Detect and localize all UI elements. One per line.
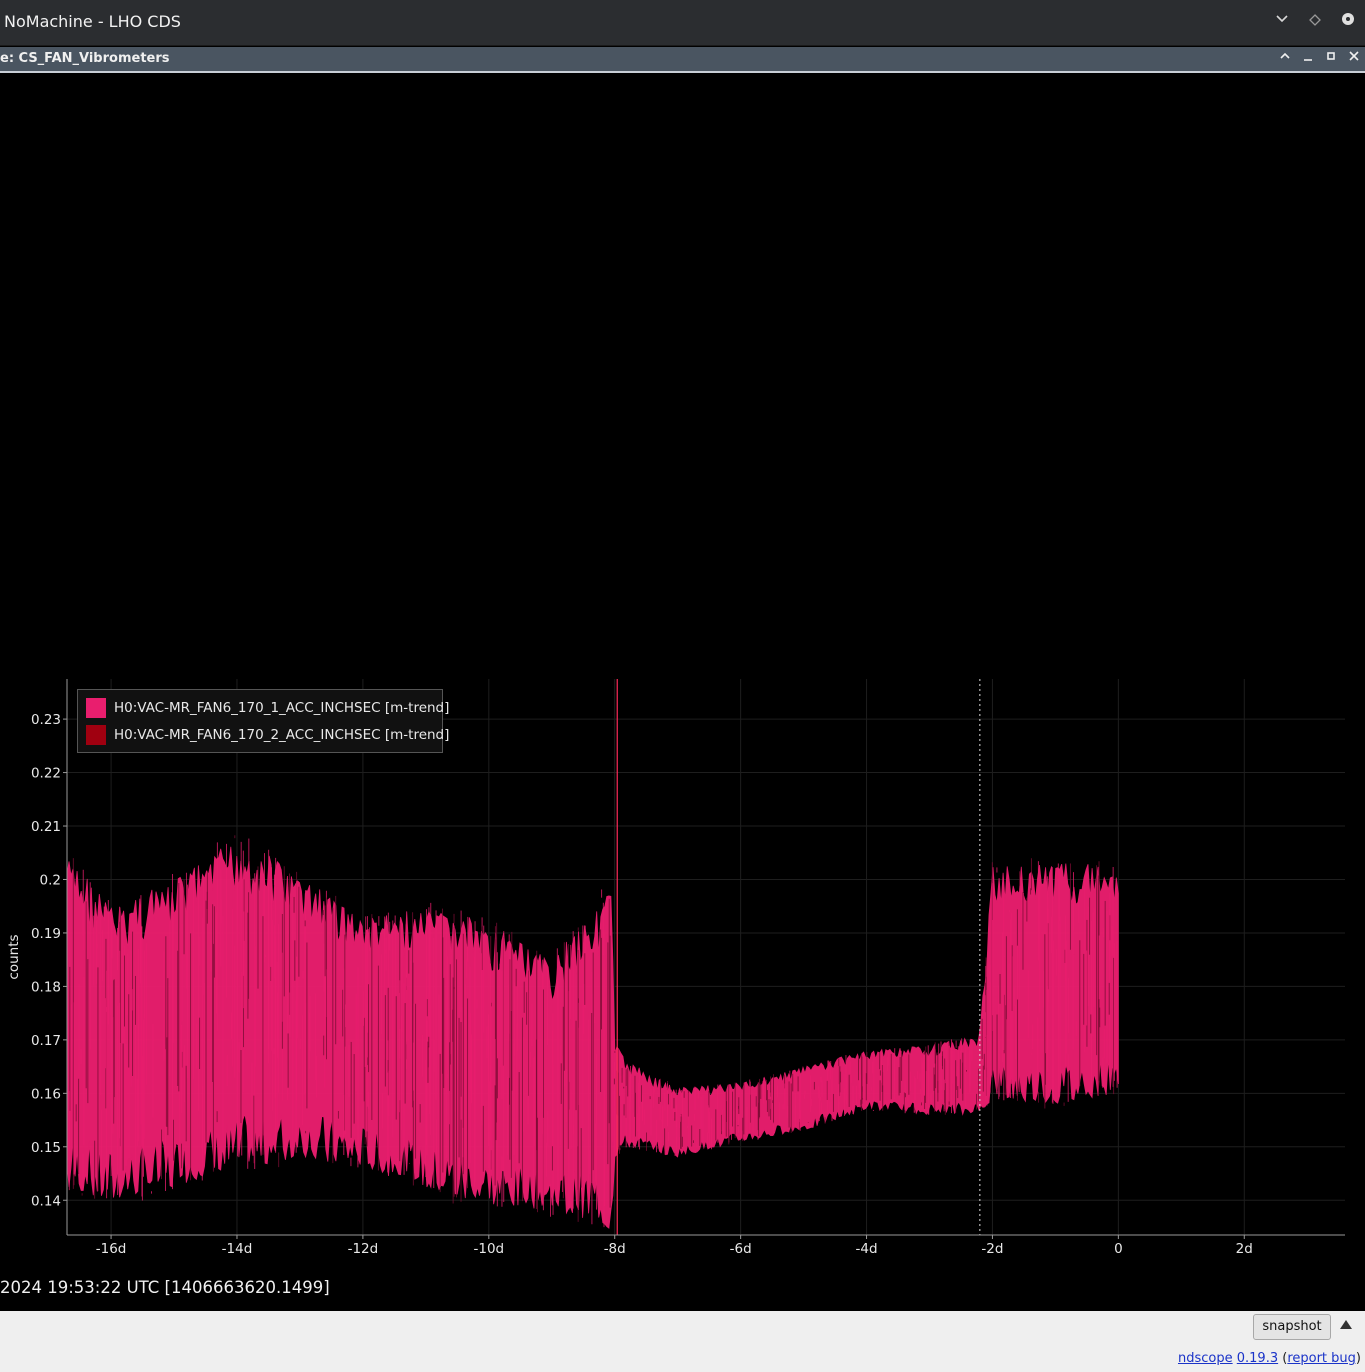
y-tick-label: 0.17: [31, 1033, 61, 1049]
x-tick-label: -16d: [96, 1241, 127, 1257]
ndscope-subwindow-titlebar: e: CS_FAN_Vibrometers: [0, 47, 1365, 73]
app-titlebar: NoMachine - LHO CDS: [0, 0, 1365, 46]
version-link[interactable]: 0.19.3: [1237, 1351, 1278, 1366]
x-tick-label: -2d: [981, 1241, 1003, 1257]
diamond-icon[interactable]: [1305, 12, 1325, 32]
y-tick-label: 0.14: [31, 1193, 61, 1209]
x-tick-label: -4d: [856, 1241, 878, 1257]
legend-label: H0:VAC-MR_FAN6_170_2_ACC_INCHSEC [m-tren…: [114, 727, 450, 743]
report-bug-link[interactable]: report bug: [1287, 1351, 1356, 1366]
y-tick-label: 0.23: [31, 712, 61, 728]
time-readout: 2024 19:53:22 UTC [1406663620.1499]: [0, 1278, 330, 1297]
chevron-up-icon[interactable]: [1276, 49, 1294, 69]
y-tick-label: 0.15: [31, 1140, 61, 1156]
minimize-icon[interactable]: [1299, 49, 1317, 69]
close-icon[interactable]: [1345, 49, 1363, 69]
footer-paren: (: [1278, 1351, 1288, 1366]
circle-icon[interactable]: [1338, 12, 1358, 32]
subwindow-title: e: CS_FAN_Vibrometers: [0, 51, 170, 66]
snapshot-button[interactable]: snapshot: [1253, 1314, 1331, 1340]
y-tick-label: 0.19: [31, 926, 61, 942]
y-axis-label: counts: [6, 934, 22, 979]
footer-paren: ): [1355, 1351, 1361, 1366]
bottom-toolbar: snapshot ndscope 0.19.3 (report bug): [0, 1311, 1365, 1372]
window-title: NoMachine - LHO CDS: [4, 12, 181, 31]
ndscope-link[interactable]: ndscope: [1178, 1351, 1233, 1366]
x-tick-label: -12d: [348, 1241, 379, 1257]
legend-swatch: [86, 725, 106, 745]
x-tick-label: -14d: [222, 1241, 253, 1257]
y-tick-label: 0.21: [31, 819, 61, 835]
footer-links: ndscope 0.19.3 (report bug): [1178, 1351, 1361, 1366]
y-tick-label: 0.2: [40, 872, 61, 888]
plot-legend: H0:VAC-MR_FAN6_170_1_ACC_INCHSEC [m-tren…: [77, 689, 449, 753]
x-tick-label: -10d: [473, 1241, 504, 1257]
legend-label: H0:VAC-MR_FAN6_170_1_ACC_INCHSEC [m-tren…: [114, 700, 450, 716]
x-tick-label: 0: [1114, 1241, 1123, 1257]
triangle-up-icon[interactable]: [1340, 1320, 1352, 1329]
maximize-icon[interactable]: [1322, 49, 1340, 69]
chevron-down-icon[interactable]: [1272, 12, 1292, 32]
x-tick-label: 2d: [1236, 1241, 1253, 1257]
y-tick-label: 0.18: [31, 979, 61, 995]
y-tick-label: 0.22: [31, 766, 61, 782]
x-tick-label: -6d: [730, 1241, 752, 1257]
y-tick-label: 0.16: [31, 1086, 61, 1102]
x-tick-label: -8d: [604, 1241, 626, 1257]
legend-swatch: [86, 698, 106, 718]
